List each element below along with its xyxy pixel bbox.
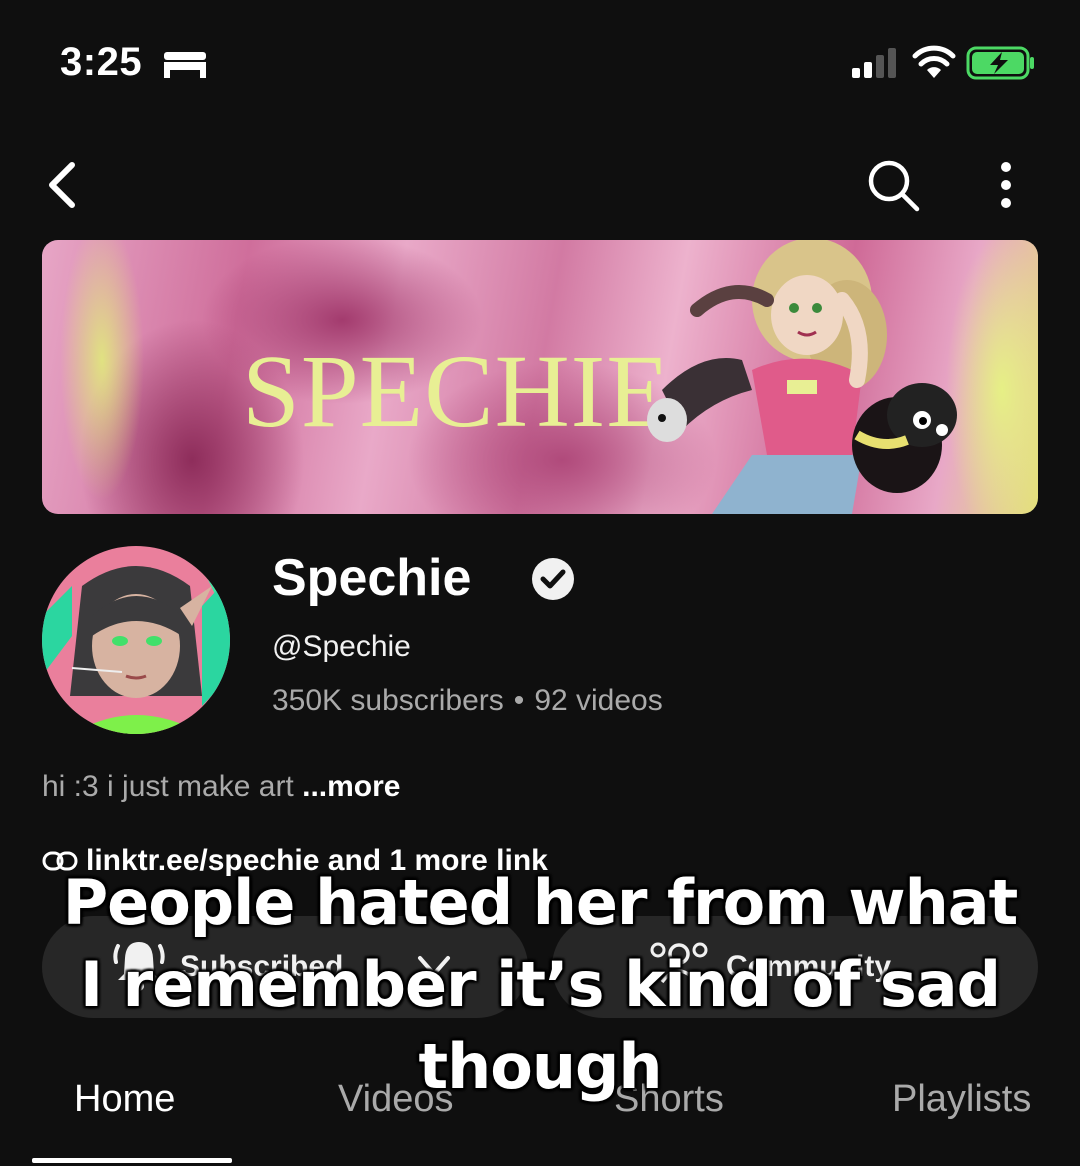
search-button[interactable] (858, 150, 928, 220)
status-bar: 3:25 (0, 0, 1080, 130)
active-tab-indicator (32, 1158, 232, 1163)
more-vertical-icon (1001, 162, 1011, 208)
video-count: 92 videos (534, 684, 663, 717)
description-more-link[interactable]: ...more (302, 770, 400, 803)
subscribed-label: Subscribed (180, 950, 344, 983)
tab-home[interactable]: Home (74, 1078, 175, 1121)
links-text: linktr.ee/spechie and 1 more link (86, 844, 548, 877)
search-icon (868, 160, 920, 212)
tab-videos[interactable]: Videos (338, 1078, 454, 1121)
bell-icon (113, 942, 165, 991)
subscriber-count: 350K subscribers (272, 684, 504, 717)
channel-banner: SPECHIE (42, 240, 1038, 514)
verified-icon (532, 558, 574, 600)
more-options-button[interactable] (978, 150, 1034, 220)
community-button[interactable]: Community (552, 916, 1038, 1018)
community-icon (650, 942, 708, 984)
channel-avatar[interactable] (42, 546, 230, 734)
channel-links[interactable]: linktr.ee/spechie and 1 more link (42, 844, 548, 878)
back-icon (49, 162, 75, 208)
channel-topbar (0, 140, 1080, 230)
community-label: Community (726, 950, 891, 983)
description-text: hi :3 i just make art (42, 770, 303, 803)
signal-icon (852, 48, 896, 78)
channel-name: Spechie (272, 549, 472, 607)
channel-description[interactable]: hi :3 i just make art ...more (42, 770, 400, 804)
back-button[interactable] (30, 150, 94, 220)
channel-handle: @Spechie (272, 630, 411, 663)
tab-shorts[interactable]: Shorts (614, 1078, 724, 1121)
chevron-down-icon (418, 956, 450, 976)
tab-playlists[interactable]: Playlists (892, 1078, 1031, 1121)
stats-separator: • (513, 684, 525, 717)
channel-tabs: Home Videos Shorts Playlists (0, 1060, 1080, 1166)
status-time: 3:25 (60, 40, 143, 84)
wifi-icon (912, 45, 956, 78)
bed-icon (164, 52, 206, 78)
banner-illustration (647, 240, 957, 514)
link-icon (42, 851, 78, 871)
channel-stats: 350K subscribers • 92 videos (272, 684, 663, 718)
battery-charging-icon (966, 46, 1034, 80)
